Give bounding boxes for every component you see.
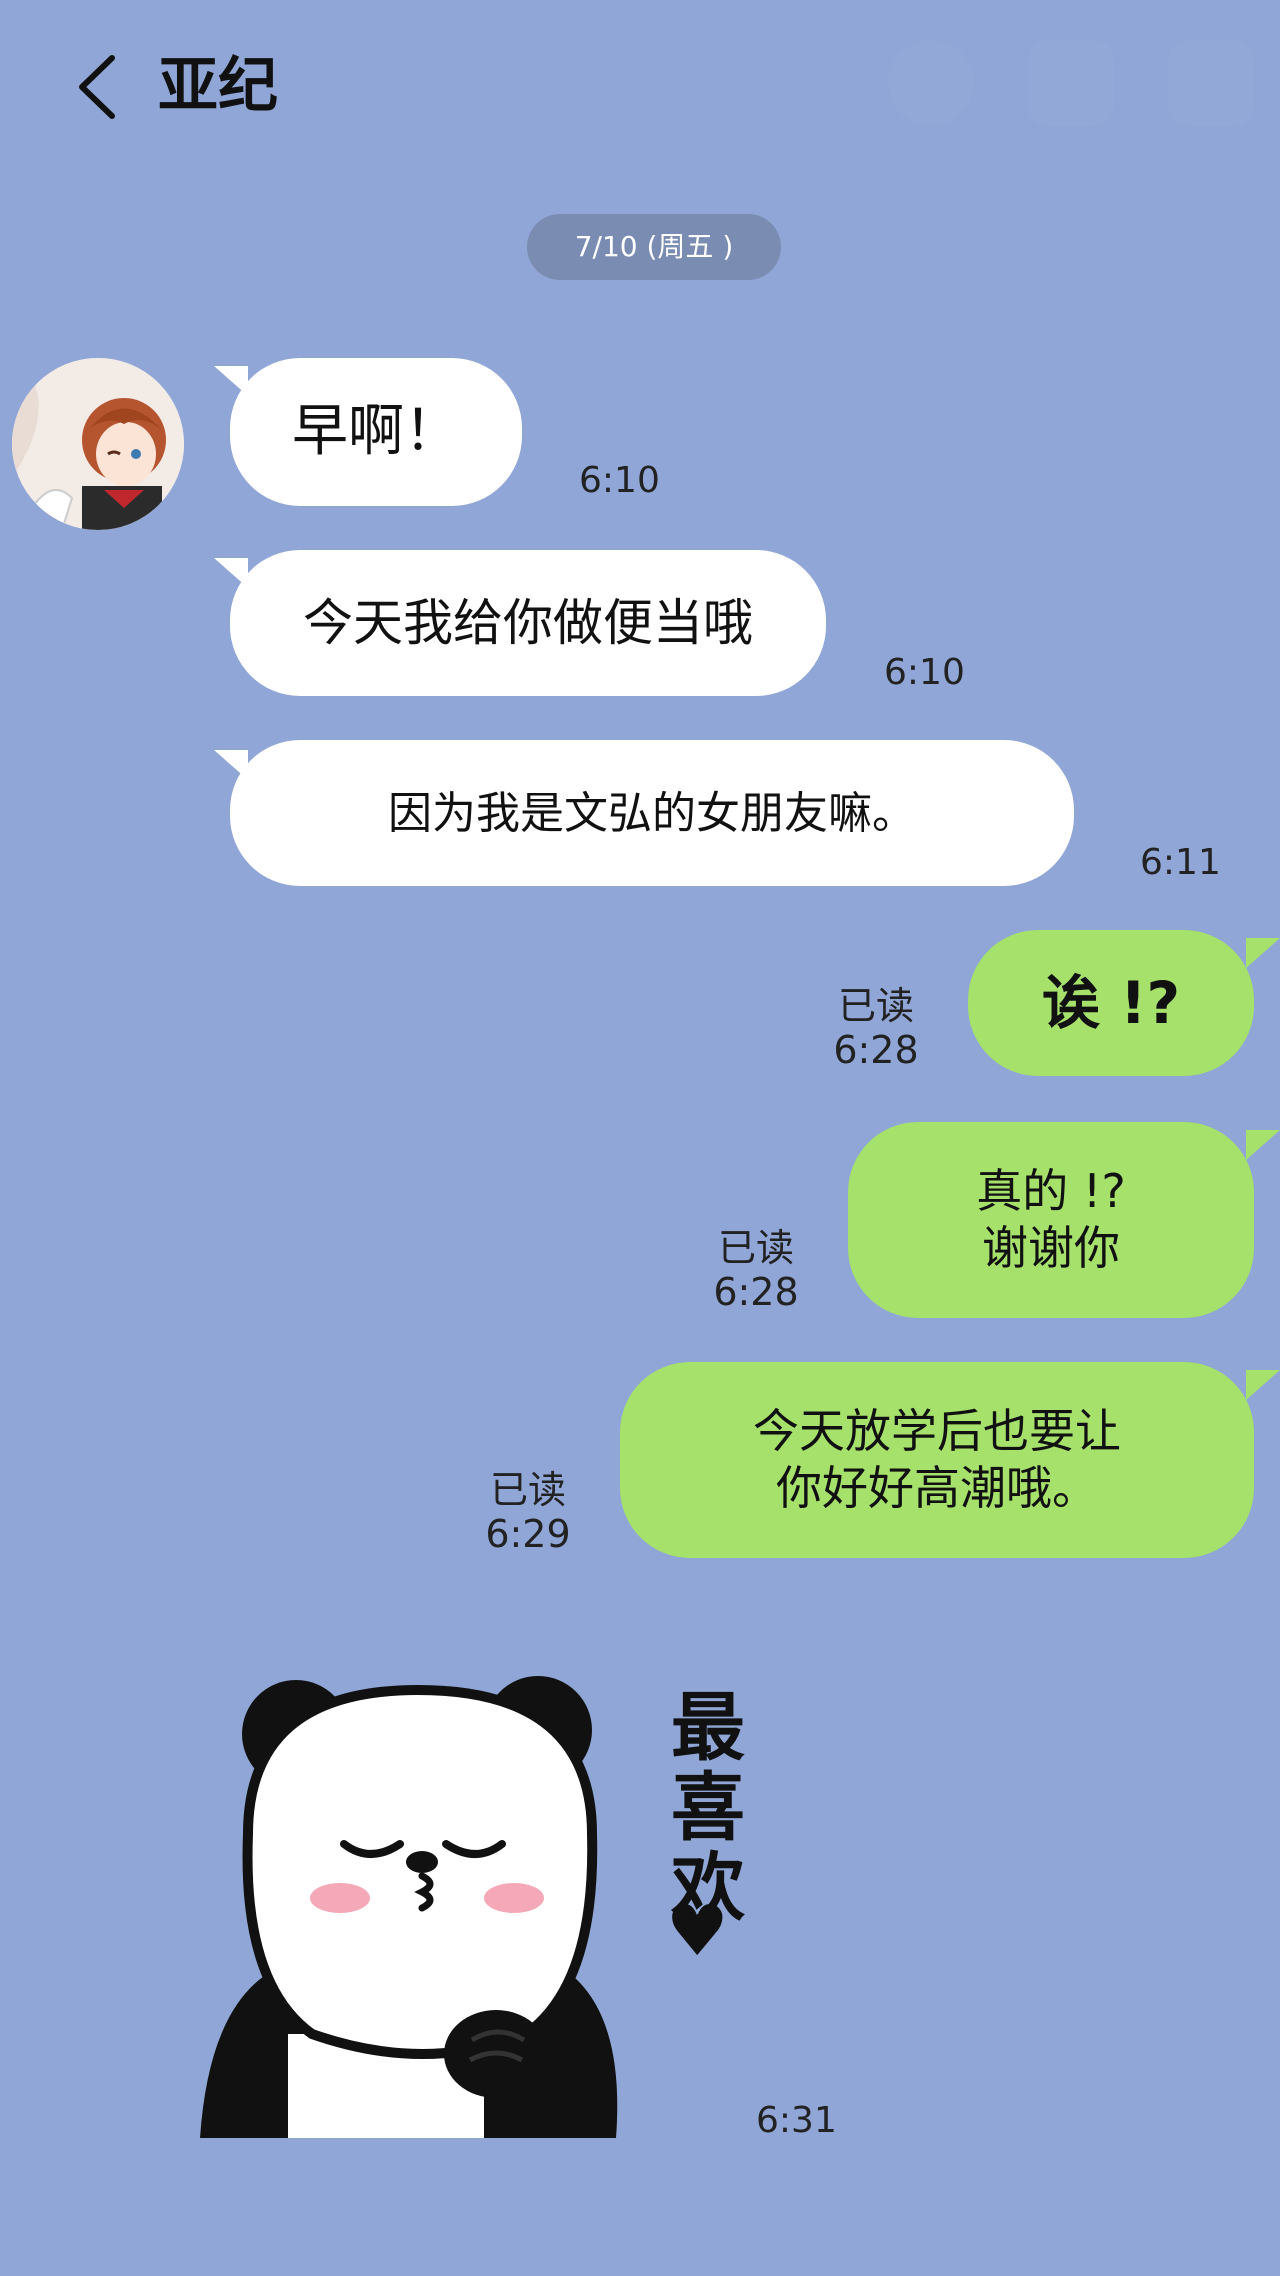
message-text-line: 谢谢你	[982, 1221, 1120, 1275]
read-receipt: 已读 6:28	[826, 984, 926, 1072]
message-text-line: 真的 !?	[976, 1163, 1126, 1218]
read-label: 已读	[717, 1226, 794, 1270]
message-bubble-out[interactable]: 真的 !? 谢谢你	[848, 1122, 1254, 1318]
message-bubble-out[interactable]: 诶 !?	[968, 930, 1254, 1076]
bubble-tail	[1246, 938, 1280, 968]
message-text: 因为我是文弘的女朋友嘛。	[388, 787, 916, 839]
date-divider: 7/10 (周五 )	[527, 214, 781, 280]
message-bubble-in[interactable]: 今天我给你做便当哦	[230, 550, 826, 696]
avatar-image	[12, 358, 184, 530]
message-text-line: 今天放学后也要让	[753, 1403, 1121, 1458]
message-text-line: 你好好高潮哦。	[776, 1461, 1098, 1515]
read-receipt: 已读 6:28	[706, 1226, 806, 1314]
message-time: 6:11	[1140, 842, 1221, 883]
panda-sticker-icon[interactable]	[196, 1664, 636, 2138]
message-time: 6:31	[756, 2100, 837, 2141]
avatar[interactable]	[12, 358, 184, 530]
menu-icon[interactable]	[1168, 40, 1254, 126]
search-icon[interactable]	[888, 40, 974, 126]
message-time: 6:28	[713, 1270, 799, 1314]
bubble-tail	[1246, 1370, 1280, 1400]
contact-name: 亚纪	[158, 51, 278, 121]
message-bubble-in[interactable]: 因为我是文弘的女朋友嘛。	[230, 740, 1074, 886]
phone-icon[interactable]	[1028, 40, 1114, 126]
message-text: 早啊！	[292, 399, 460, 464]
message-time: 6:29	[485, 1512, 571, 1556]
panda-icon	[200, 1676, 618, 2138]
chevron-left-icon	[79, 55, 115, 119]
read-receipt: 已读 6:29	[478, 1468, 578, 1556]
message-text: 今天我给你做便当哦	[303, 593, 753, 652]
message-time: 6:28	[833, 1028, 919, 1072]
read-label: 已读	[837, 984, 914, 1028]
message-time: 6:10	[884, 652, 965, 693]
heart-icon: ♥	[666, 1890, 729, 1972]
back-button[interactable]	[72, 52, 132, 122]
bubble-tail	[1246, 1130, 1280, 1160]
message-time: 6:10	[579, 460, 660, 501]
message-bubble-in[interactable]: 早啊！	[230, 358, 522, 506]
read-label: 已读	[489, 1468, 566, 1512]
message-bubble-out[interactable]: 今天放学后也要让 你好好高潮哦。	[620, 1362, 1254, 1558]
message-text: 诶 !?	[1041, 968, 1181, 1037]
